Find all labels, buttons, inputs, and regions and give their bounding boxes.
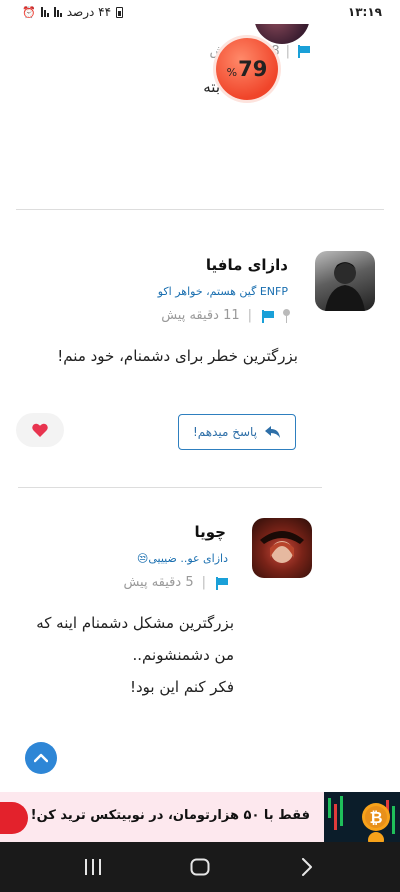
divider (18, 487, 322, 488)
separator: | (201, 575, 206, 590)
battery-text: ۴۴ درصد (66, 5, 112, 19)
signal-icon (53, 7, 62, 17)
svg-text:₿: ₿ (369, 808, 382, 827)
bitcoin-icon: ₿ (328, 796, 395, 842)
reply-label: پاسخ میدهم! (192, 425, 258, 439)
user-tag: ENFP گین هستم، خواهر اکو (157, 285, 288, 298)
scroll-top-button[interactable] (25, 742, 57, 774)
avatar-image (325, 262, 365, 311)
status-bar: ۴۴ درصد ⏰ ۱۳:۱۹ (0, 0, 400, 24)
post-meta: | 8 دقیقه پیش (120, 40, 310, 62)
pin-icon (282, 308, 290, 323)
separator: | (285, 43, 290, 59)
reply-icon (265, 426, 281, 438)
reply-button[interactable]: پاسخ میدهم! (178, 414, 296, 450)
like-button[interactable] (16, 413, 64, 447)
signal-icon-2 (40, 7, 49, 17)
post-meta: | 11 دقیقه پیش (161, 308, 290, 323)
ad-text[interactable]: فقط با ۵۰ هزارتومان، در نوبیتکس ترید کن! (31, 808, 310, 823)
username[interactable]: دازای مافیا (206, 256, 288, 274)
status-icons: ۴۴ درصد ⏰ (22, 5, 124, 19)
chevron-right-icon (301, 858, 312, 876)
flag-icon[interactable] (296, 45, 310, 58)
chevron-up-icon (34, 753, 48, 763)
divider (16, 209, 384, 210)
ad-banner[interactable]: ثبت فقط با ۵۰ هزارتومان، در نوبیتکس ترید… (0, 792, 400, 842)
status-time: ۱۳:۱۹ (347, 5, 382, 19)
alarm-icon: ⏰ (22, 5, 36, 19)
post-time: 5 دقیقه پیش (123, 575, 194, 590)
score-unit: % (226, 65, 238, 79)
flag-icon[interactable] (260, 309, 274, 323)
post-body-line: من دشمنشونم.. (132, 646, 235, 664)
recent-apps-icon (85, 859, 102, 875)
ad-button[interactable]: ثبت (0, 802, 28, 834)
post-meta: | 5 دقیقه پیش (123, 575, 228, 590)
separator: | (247, 308, 252, 323)
page: { "status_bar": { "time": "۱۳:۱۹", "batt… (0, 0, 400, 892)
back-button[interactable] (287, 847, 327, 887)
ad-image[interactable]: ₿ (324, 792, 400, 842)
username[interactable]: چویا (195, 523, 226, 541)
score-badge: % 79 (216, 38, 278, 100)
avatar[interactable] (315, 251, 375, 311)
battery-icon (116, 6, 124, 18)
heart-icon (32, 423, 48, 437)
flag-icon[interactable] (214, 576, 228, 590)
avatar[interactable] (252, 518, 312, 578)
post-body: بزرگترین خطر برای دشمنام، خود منم! (57, 347, 298, 365)
navigation-bar (0, 842, 400, 892)
post-body-line: بزرگترین مشکل دشمنام اینه که (36, 614, 234, 632)
post-time: 11 دقیقه پیش (161, 308, 240, 323)
user-tag: دازای عو.. ضیییی😒 (136, 552, 228, 565)
home-button[interactable] (180, 847, 220, 887)
post-body-line: فکر کنم این بود! (129, 678, 234, 696)
home-icon (190, 858, 210, 876)
score-value: 79 (238, 57, 268, 81)
recent-apps-button[interactable] (73, 847, 113, 887)
avatar-image (260, 531, 304, 563)
